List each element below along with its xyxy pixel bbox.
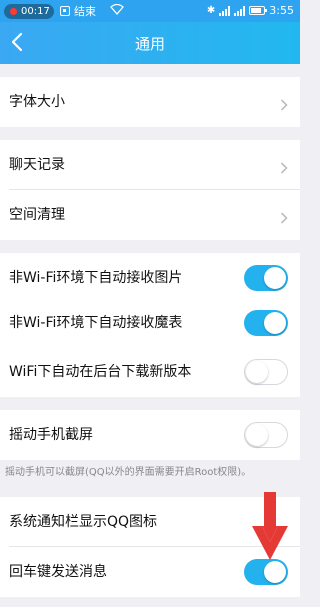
chevron-right-icon (280, 209, 288, 224)
auto-receive-magic-row: 非Wi-Fi环境下自动接收魔表 (0, 298, 300, 348)
font-size-row[interactable]: 字体大小 (0, 77, 300, 127)
record-time: 00:17 (21, 6, 50, 17)
enter-to-send-label: 回车键发送消息 (9, 564, 107, 580)
chat-history-row[interactable]: 聊天记录 (0, 140, 300, 190)
auto-download-update-toggle[interactable] (244, 359, 288, 385)
show-qq-icon-label: 系统通知栏显示QQ图标 (9, 514, 158, 530)
chat-history-label: 聊天记录 (9, 157, 65, 173)
shake-screenshot-hint: 摇动手机可以截屏(QQ以外的界面需要开启Root权限)。 (0, 460, 300, 485)
status-bar: 00:17 结束 ✱ 3:55 (0, 0, 300, 22)
status-right: ✱ 3:55 (207, 4, 294, 17)
wifi-status-icon (110, 3, 124, 18)
stop-icon (60, 6, 70, 16)
chevron-right-icon (280, 96, 288, 111)
auto-download-update-row: WiFi下自动在后台下载新版本 (0, 347, 300, 397)
battery-icon (249, 6, 268, 15)
bluetooth-icon: ✱ (206, 5, 216, 16)
font-size-label: 字体大小 (9, 94, 65, 110)
auto-receive-images-label: 非Wi-Fi环境下自动接收图片 (9, 270, 183, 286)
signal-icon-2 (234, 5, 246, 16)
auto-receive-images-row: 非Wi-Fi环境下自动接收图片 (0, 253, 300, 303)
stop-label: 结束 (74, 5, 96, 18)
shake-screenshot-row: 摇动手机截屏 (0, 410, 300, 460)
shake-screenshot-toggle[interactable] (244, 422, 288, 448)
clock: 3:55 (269, 4, 294, 17)
enter-to-send-toggle[interactable] (244, 559, 288, 585)
auto-download-update-label: WiFi下自动在后台下载新版本 (9, 364, 192, 380)
annotation-arrow-icon (250, 490, 290, 562)
record-dot-icon (10, 8, 17, 15)
auto-receive-magic-toggle[interactable] (244, 310, 288, 336)
auto-receive-magic-label: 非Wi-Fi环境下自动接收魔表 (9, 315, 183, 331)
space-cleanup-label: 空间清理 (9, 207, 65, 223)
nav-bar: 通用 (0, 22, 300, 64)
screen-record-indicator[interactable]: 00:17 (4, 4, 54, 19)
page-title: 通用 (134, 35, 165, 53)
stop-record-button[interactable]: 结束 (60, 3, 96, 19)
signal-icon (219, 5, 231, 16)
space-cleanup-row[interactable]: 空间清理 (0, 190, 300, 240)
chevron-right-icon (280, 159, 288, 174)
auto-receive-images-toggle[interactable] (244, 265, 288, 291)
shake-screenshot-label: 摇动手机截屏 (9, 427, 93, 443)
